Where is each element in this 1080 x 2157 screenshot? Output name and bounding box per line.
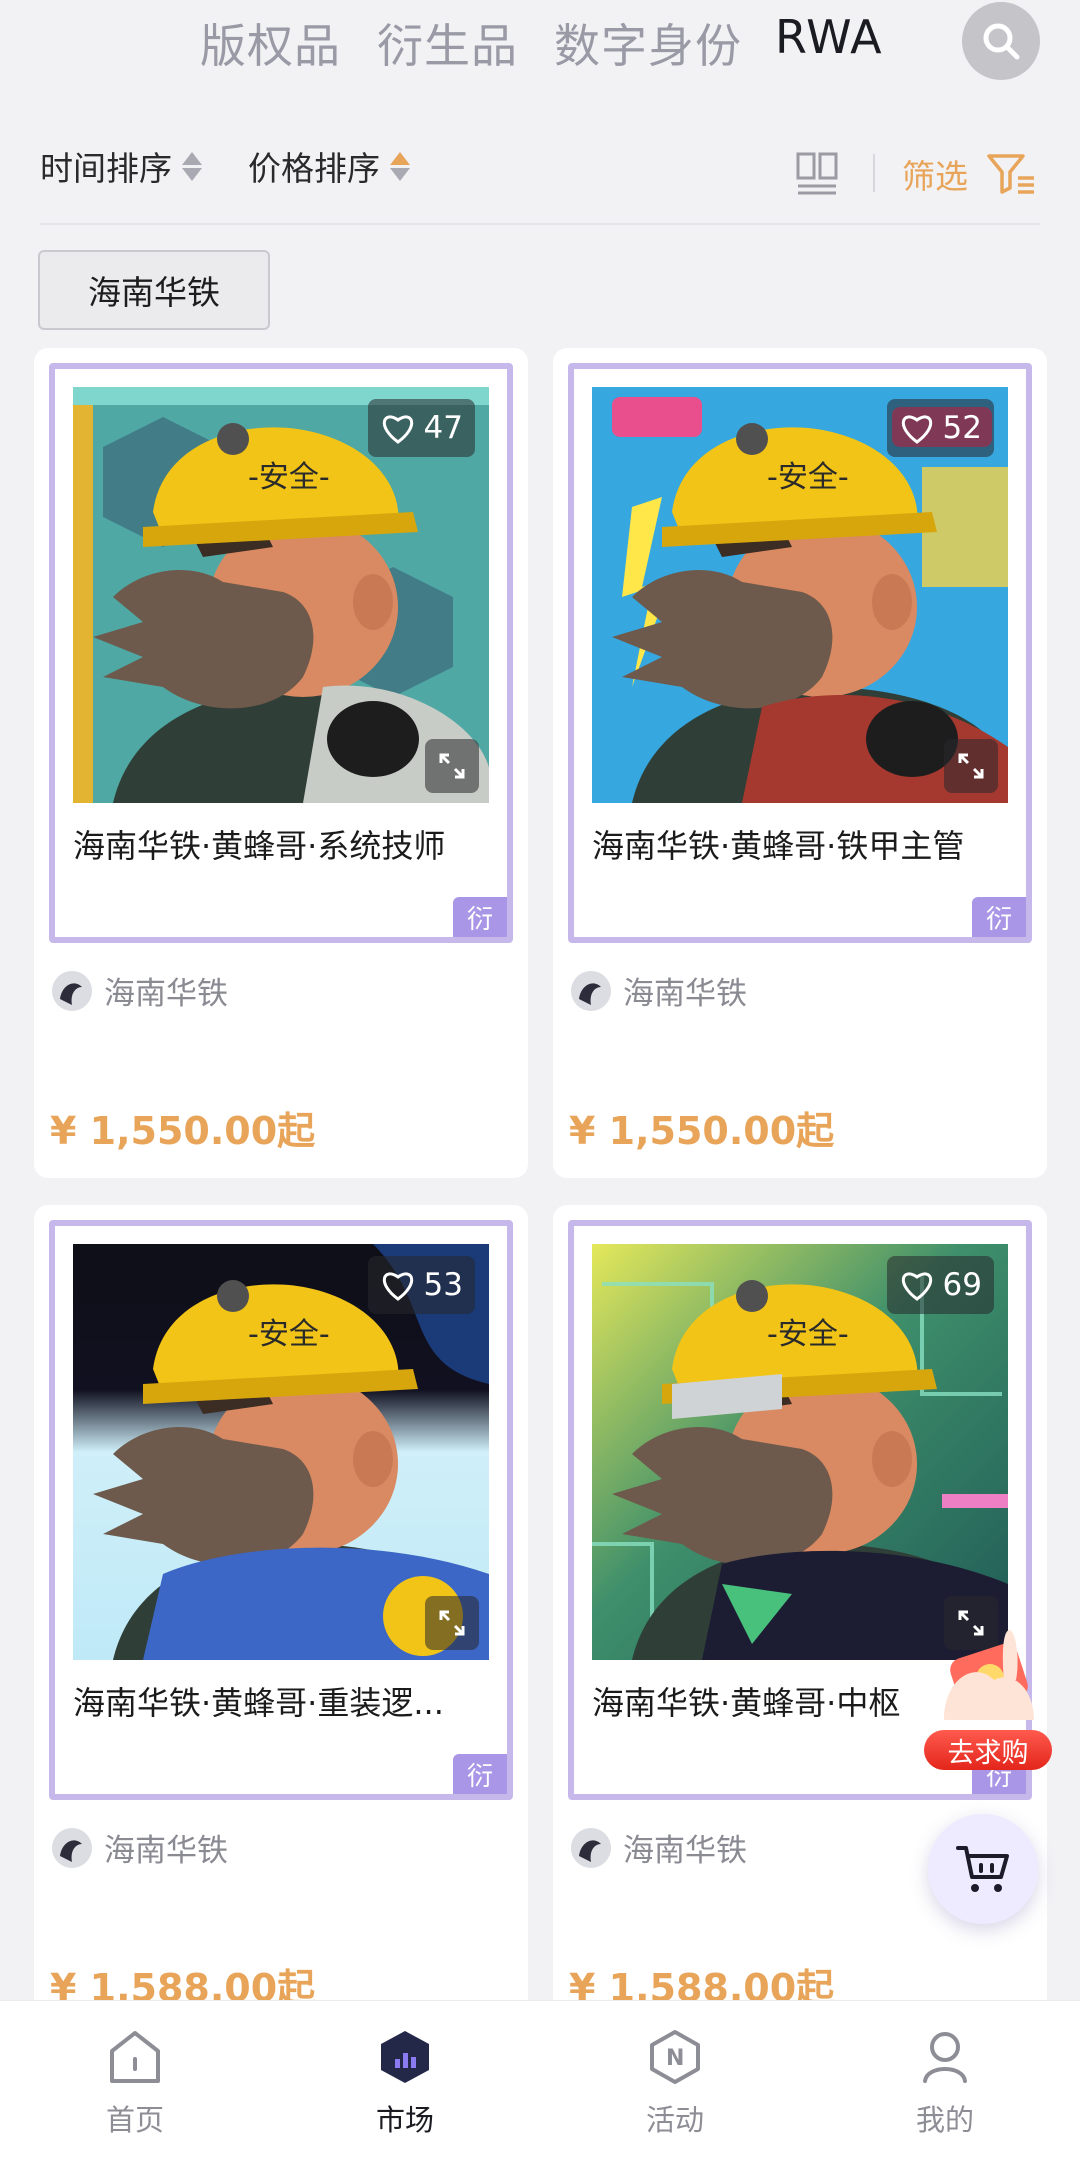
- creator[interactable]: 海南华铁: [571, 1825, 747, 1870]
- creator-name: 海南华铁: [623, 1833, 747, 1869]
- sort-arrows-icon: [182, 151, 202, 181]
- sort-by-price-label: 价格排序: [248, 149, 380, 188]
- product-card[interactable]: 52 海南华铁·黄蜂哥·铁甲主管 衍 海南华铁 ¥ 1,550.00起: [553, 348, 1047, 1178]
- product-image[interactable]: 53: [73, 1244, 489, 1660]
- like-button[interactable]: 53: [367, 1256, 475, 1314]
- like-count: 69: [942, 1267, 982, 1303]
- search-button[interactable]: [962, 2, 1040, 80]
- avatar: [52, 970, 92, 1011]
- expand-icon: [958, 753, 984, 779]
- nav-market-label: 市场: [375, 2103, 434, 2137]
- avatar: [571, 1827, 611, 1868]
- cart-icon: [956, 1846, 1009, 1892]
- nav-home-label: 首页: [105, 2103, 164, 2137]
- like-count: 52: [942, 410, 982, 446]
- heart-icon: [382, 415, 413, 444]
- derivative-tag: 衍: [453, 1754, 507, 1794]
- product-title: 海南华铁·黄蜂哥·系统技师: [73, 827, 446, 865]
- expand-button[interactable]: [425, 739, 479, 793]
- bottom-nav: 首页 市场 N 活动 我的: [0, 2000, 1080, 2157]
- like-count: 47: [423, 410, 463, 446]
- profile-icon: [923, 2032, 967, 2083]
- sort-bar: 时间排序 价格排序 筛选: [0, 130, 1080, 210]
- creator-name: 海南华铁: [104, 1833, 228, 1869]
- search-icon: [983, 23, 1020, 60]
- avatar: [571, 970, 611, 1011]
- market-icon: [381, 2031, 429, 2083]
- creator[interactable]: 海南华铁: [52, 1825, 228, 1870]
- sort-by-time-label: 时间排序: [40, 149, 172, 188]
- tab-rwa[interactable]: RWA: [775, 10, 883, 64]
- nav-market[interactable]: 市场: [335, 2029, 475, 2139]
- sort-arrows-icon: [390, 151, 410, 181]
- product-frame: 53 海南华铁·黄蜂哥·重装逻... 衍: [49, 1220, 513, 1800]
- nav-home[interactable]: 首页: [65, 2029, 205, 2139]
- derivative-tag: 衍: [453, 897, 507, 937]
- creator[interactable]: 海南华铁: [571, 968, 747, 1013]
- sort-divider: [40, 223, 1040, 225]
- sort-by-price[interactable]: 价格排序: [248, 142, 410, 190]
- sort-by-time[interactable]: 时间排序: [40, 142, 202, 190]
- expand-button[interactable]: [425, 1596, 479, 1650]
- product-frame: 52 海南华铁·黄蜂哥·铁甲主管 衍: [568, 363, 1032, 943]
- product-image[interactable]: 69: [592, 1244, 1008, 1660]
- filter-button[interactable]: 筛选: [902, 150, 968, 198]
- like-count: 53: [423, 1267, 463, 1303]
- svg-text:N: N: [666, 2046, 684, 2071]
- derivative-tag: 衍: [972, 897, 1026, 937]
- brand-filter-chip[interactable]: 海南华铁: [38, 250, 270, 330]
- divider: [873, 154, 875, 192]
- nav-profile-label: 我的: [915, 2103, 974, 2137]
- nav-activity[interactable]: N 活动: [605, 2029, 745, 2139]
- expand-icon: [439, 1610, 465, 1636]
- filter-icon[interactable]: [986, 152, 1038, 196]
- want-to-buy-label: 去求购: [924, 1730, 1052, 1770]
- heart-icon: [901, 415, 932, 444]
- tab-derivatives[interactable]: 衍生品: [377, 10, 518, 76]
- product-image[interactable]: 52: [592, 387, 1008, 803]
- hand-coupon-icon: [944, 1630, 1034, 1720]
- product-card[interactable]: 53 海南华铁·黄蜂哥·重装逻... 衍 海南华铁 ¥ 1,588.00起: [34, 1205, 528, 2035]
- expand-icon: [439, 753, 465, 779]
- nav-profile[interactable]: 我的: [875, 2029, 1015, 2139]
- creator-name: 海南华铁: [104, 976, 228, 1012]
- home-icon: [110, 2031, 160, 2083]
- product-title: 海南华铁·黄蜂哥·铁甲主管: [592, 827, 965, 865]
- tab-copyright[interactable]: 版权品: [200, 10, 341, 76]
- activity-icon: N: [650, 2030, 700, 2084]
- product-frame: 47 海南华铁·黄蜂哥·系统技师 衍: [49, 363, 513, 943]
- want-to-buy-button[interactable]: 去求购: [920, 1620, 1060, 1770]
- grid-layout-icon[interactable]: [796, 152, 838, 196]
- like-button[interactable]: 52: [886, 399, 994, 457]
- avatar: [52, 1827, 92, 1868]
- creator-name: 海南华铁: [623, 976, 747, 1012]
- heart-icon: [901, 1272, 932, 1301]
- heart-icon: [382, 1272, 413, 1301]
- product-price: ¥ 1,550.00起: [569, 1109, 835, 1153]
- product-image[interactable]: 47: [73, 387, 489, 803]
- product-price: ¥ 1,550.00起: [50, 1109, 316, 1153]
- like-button[interactable]: 47: [367, 399, 475, 457]
- expand-button[interactable]: [944, 739, 998, 793]
- category-tabs: 版权品 衍生品 数字身份 RWA: [0, 0, 1080, 88]
- creator[interactable]: 海南华铁: [52, 968, 228, 1013]
- cart-button[interactable]: [928, 1814, 1038, 1924]
- tab-digital-identity[interactable]: 数字身份: [554, 10, 742, 76]
- like-button[interactable]: 69: [886, 1256, 994, 1314]
- nav-activity-label: 活动: [645, 2103, 704, 2137]
- product-title: 海南华铁·黄蜂哥·重装逻...: [73, 1684, 444, 1722]
- product-card[interactable]: 47 海南华铁·黄蜂哥·系统技师 衍 海南华铁 ¥ 1,550.00起: [34, 348, 528, 1178]
